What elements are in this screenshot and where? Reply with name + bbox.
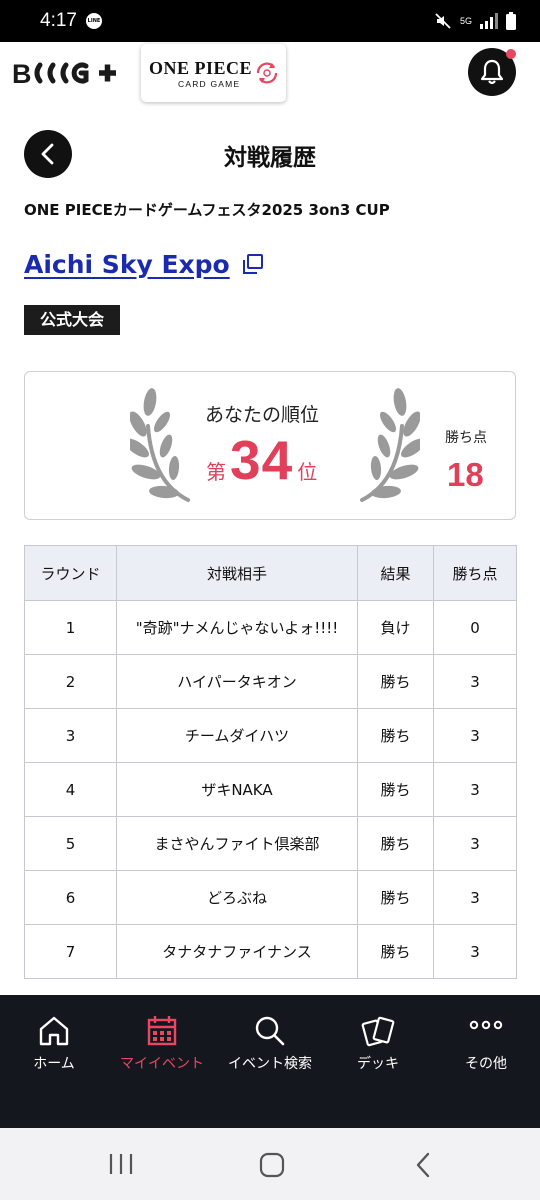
round-cell: 6 [24,870,117,925]
points-cell: 3 [433,816,517,871]
rank-card: あなたの順位 第34 位 勝ち点 18 [24,371,516,520]
bandai-brand-logo[interactable]: B [12,58,120,92]
points-cell: 3 [433,924,517,979]
calendar-icon [147,1016,177,1046]
app-header: B ONE PIECE CARD GAME [0,42,540,106]
external-link-icon[interactable] [242,253,264,275]
signal-icon [480,13,498,29]
match-history-table: ラウンド 対戦相手 結果 勝ち点 1 "奇跡"ナメんじゃないよォ!!!! 負け … [24,545,517,979]
round-cell: 7 [24,924,117,979]
notification-button[interactable] [468,48,516,96]
nav-my-events[interactable]: マイイベント [108,1013,216,1073]
back-system-icon[interactable] [414,1152,432,1178]
notification-badge [506,49,516,59]
points-cell: 3 [433,708,517,763]
result-cell: 勝ち [357,708,434,763]
rank-value: 第34 位 [206,428,317,492]
opponent-cell: まさやんファイト倶楽部 [116,816,358,871]
more-icon [469,1020,503,1030]
points-cell: 3 [433,870,517,925]
points-cell: 0 [433,600,517,655]
header-opponent: 対戦相手 [116,545,358,601]
nav-deck[interactable]: デッキ [324,1013,432,1073]
result-cell: 勝ち [357,762,434,817]
venue-row: Aichi Sky Expo [24,244,264,284]
official-tournament-tag: 公式大会 [24,305,121,335]
line-notification-icon: LINE [86,13,102,29]
table-row: 6 どろぶね 勝ち 3 [24,870,517,925]
round-cell: 1 [24,600,117,655]
one-piece-card-game-logo[interactable]: ONE PIECE CARD GAME [141,44,286,102]
nav-event-search[interactable]: イベント検索 [216,1013,324,1073]
nav-home[interactable]: ホーム [0,1013,108,1073]
rank-label: あなたの順位 [205,404,320,426]
round-cell: 2 [24,654,117,709]
venue-link[interactable]: Aichi Sky Expo [24,250,230,279]
laurel-right-icon [360,388,420,502]
result-cell: 勝ち [357,816,434,871]
rank-number: 34 [230,429,294,491]
nav-deck-label: デッキ [357,1056,399,1072]
status-time: 4:17 [40,10,77,31]
opponent-cell: チームダイハツ [116,708,358,763]
battery-icon [506,12,516,30]
refresh-mark-icon [256,62,278,84]
opponent-cell: ハイパータキオン [116,654,358,709]
opponent-cell: どろぶね [116,870,358,925]
search-icon [255,1016,285,1046]
result-cell: 勝ち [357,870,434,925]
table-row: 4 ザキNAKA 勝ち 3 [24,762,517,817]
round-cell: 3 [24,708,117,763]
result-cell: 勝ち [357,654,434,709]
points-cell: 3 [433,762,517,817]
table-row: 3 チームダイハツ 勝ち 3 [24,708,517,763]
system-navigation-bar [0,1128,540,1200]
header-round: ラウンド [24,545,117,601]
event-name: ONE PIECEカードゲームフェスタ2025 3on3 CUP [24,201,390,219]
recent-apps-icon[interactable] [108,1153,134,1175]
header-result: 結果 [357,545,434,601]
table-header-row: ラウンド 対戦相手 結果 勝ち点 [24,545,517,601]
table-row: 1 "奇跡"ナメんじゃないよォ!!!! 負け 0 [24,600,517,655]
round-cell: 4 [24,762,117,817]
points-label: 勝ち点 [445,430,487,446]
round-cell: 5 [24,816,117,871]
nav-more-label: その他 [465,1056,507,1072]
network-type: 5G [459,15,472,26]
status-bar: 4:17 LINE 5G [0,0,540,42]
op-logo-title: ONE PIECE [149,58,253,78]
points-cell: 3 [433,654,517,709]
nav-home-label: ホーム [33,1056,75,1072]
opponent-cell: ザキNAKA [116,762,358,817]
result-cell: 負け [357,600,434,655]
opponent-cell: "奇跡"ナメんじゃないよォ!!!! [116,600,358,655]
op-logo-subtitle: CARD GAME [178,79,241,89]
bottom-navigation: ホーム マイイベント イベント検索 デッキ その他 [0,995,540,1128]
nav-more[interactable]: その他 [432,1013,540,1073]
opponent-cell: タナタナファイナンス [116,924,358,979]
page-title: 対戦履歴 [224,145,316,171]
mute-icon [435,13,451,29]
rank-suffix: 位 [297,460,318,484]
result-cell: 勝ち [357,924,434,979]
table-row: 5 まさやんファイト倶楽部 勝ち 3 [24,816,517,871]
points-value: 18 [447,456,484,493]
cards-icon [361,1016,395,1047]
table-row: 7 タナタナファイナンス 勝ち 3 [24,924,517,979]
status-icons: 5G [434,10,516,32]
svg-text:B: B [12,59,32,88]
home-system-icon[interactable] [259,1152,285,1178]
bell-icon [480,59,504,85]
nav-event-search-label: イベント検索 [228,1056,312,1072]
home-icon [39,1016,69,1046]
table-row: 2 ハイパータキオン 勝ち 3 [24,654,517,709]
header-points: 勝ち点 [433,545,517,601]
rank-prefix: 第 [206,460,226,484]
laurel-left-icon [130,388,190,502]
nav-my-events-label: マイイベント [120,1056,204,1072]
